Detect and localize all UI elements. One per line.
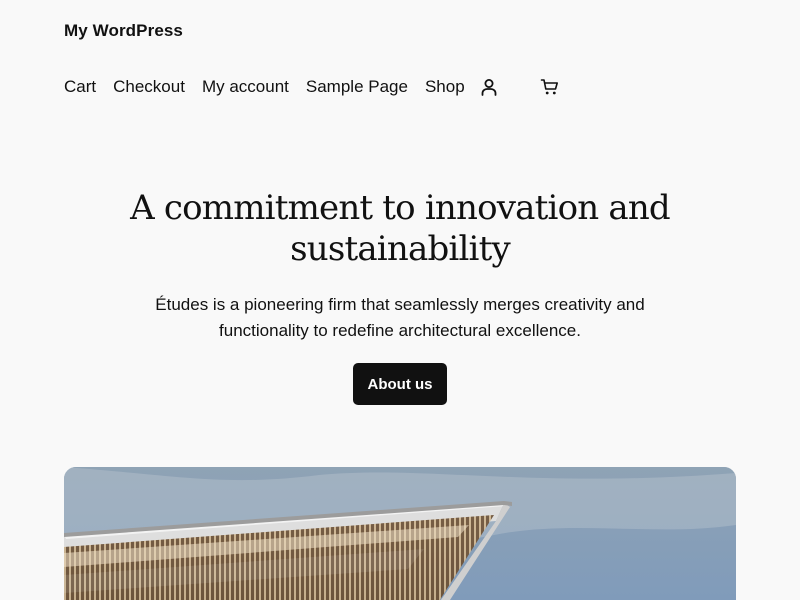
hero-image bbox=[64, 467, 736, 600]
site-title[interactable]: My WordPress bbox=[64, 21, 183, 41]
nav-item-checkout[interactable]: Checkout bbox=[113, 76, 185, 98]
nav-item-sample-page[interactable]: Sample Page bbox=[306, 76, 408, 98]
nav-item-shop[interactable]: Shop bbox=[425, 76, 465, 98]
about-us-button[interactable]: About us bbox=[353, 363, 447, 405]
cart-icon[interactable] bbox=[538, 75, 562, 99]
building-facade-image bbox=[64, 467, 736, 600]
nav-item-cart[interactable]: Cart bbox=[64, 76, 96, 98]
hero-description: Études is a pioneering firm that seamles… bbox=[155, 295, 645, 340]
main-navigation: Cart Checkout My account Sample Page Sho… bbox=[64, 75, 562, 99]
user-icon[interactable] bbox=[477, 75, 501, 99]
nav-item-my-account[interactable]: My account bbox=[202, 76, 289, 98]
hero-title: A commitment to innovation and sustainab… bbox=[130, 188, 671, 269]
